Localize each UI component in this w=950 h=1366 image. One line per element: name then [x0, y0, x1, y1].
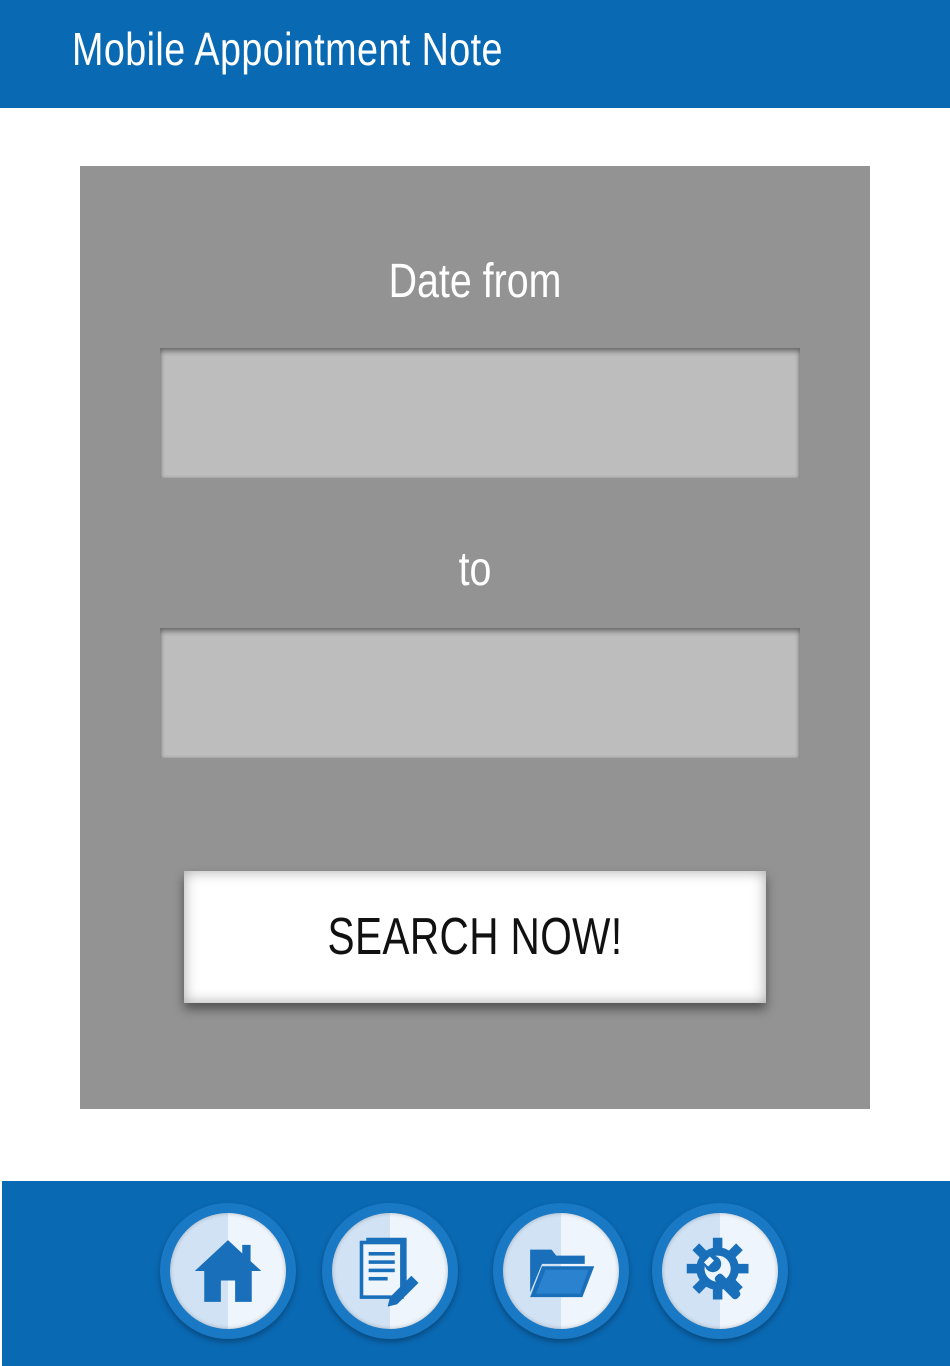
- gear-wrench-icon: [686, 1237, 749, 1300]
- nav-settings-button[interactable]: [652, 1203, 788, 1339]
- date-from-label: Date from: [388, 255, 562, 308]
- document-edit-icon: [359, 1237, 419, 1307]
- date-to-label: to: [458, 543, 492, 596]
- search-now-button[interactable]: SEARCH NOW!: [184, 871, 766, 1003]
- folder-open-icon: [530, 1249, 595, 1298]
- nav-folder-button[interactable]: [493, 1203, 629, 1339]
- nav-home-button[interactable]: [160, 1203, 296, 1339]
- app-title: Mobile Appointment Note: [72, 23, 503, 75]
- search-now-label: SEARCH NOW!: [327, 908, 623, 966]
- home-icon: [194, 1240, 262, 1302]
- search-panel: Date from to SEARCH NOW!: [80, 166, 870, 1109]
- app-header: Mobile Appointment Note: [0, 0, 950, 108]
- nav-notes-button[interactable]: [322, 1203, 458, 1339]
- date-to-input[interactable]: [160, 628, 800, 758]
- bottom-nav: [2, 1181, 950, 1366]
- date-from-input[interactable]: [160, 348, 800, 478]
